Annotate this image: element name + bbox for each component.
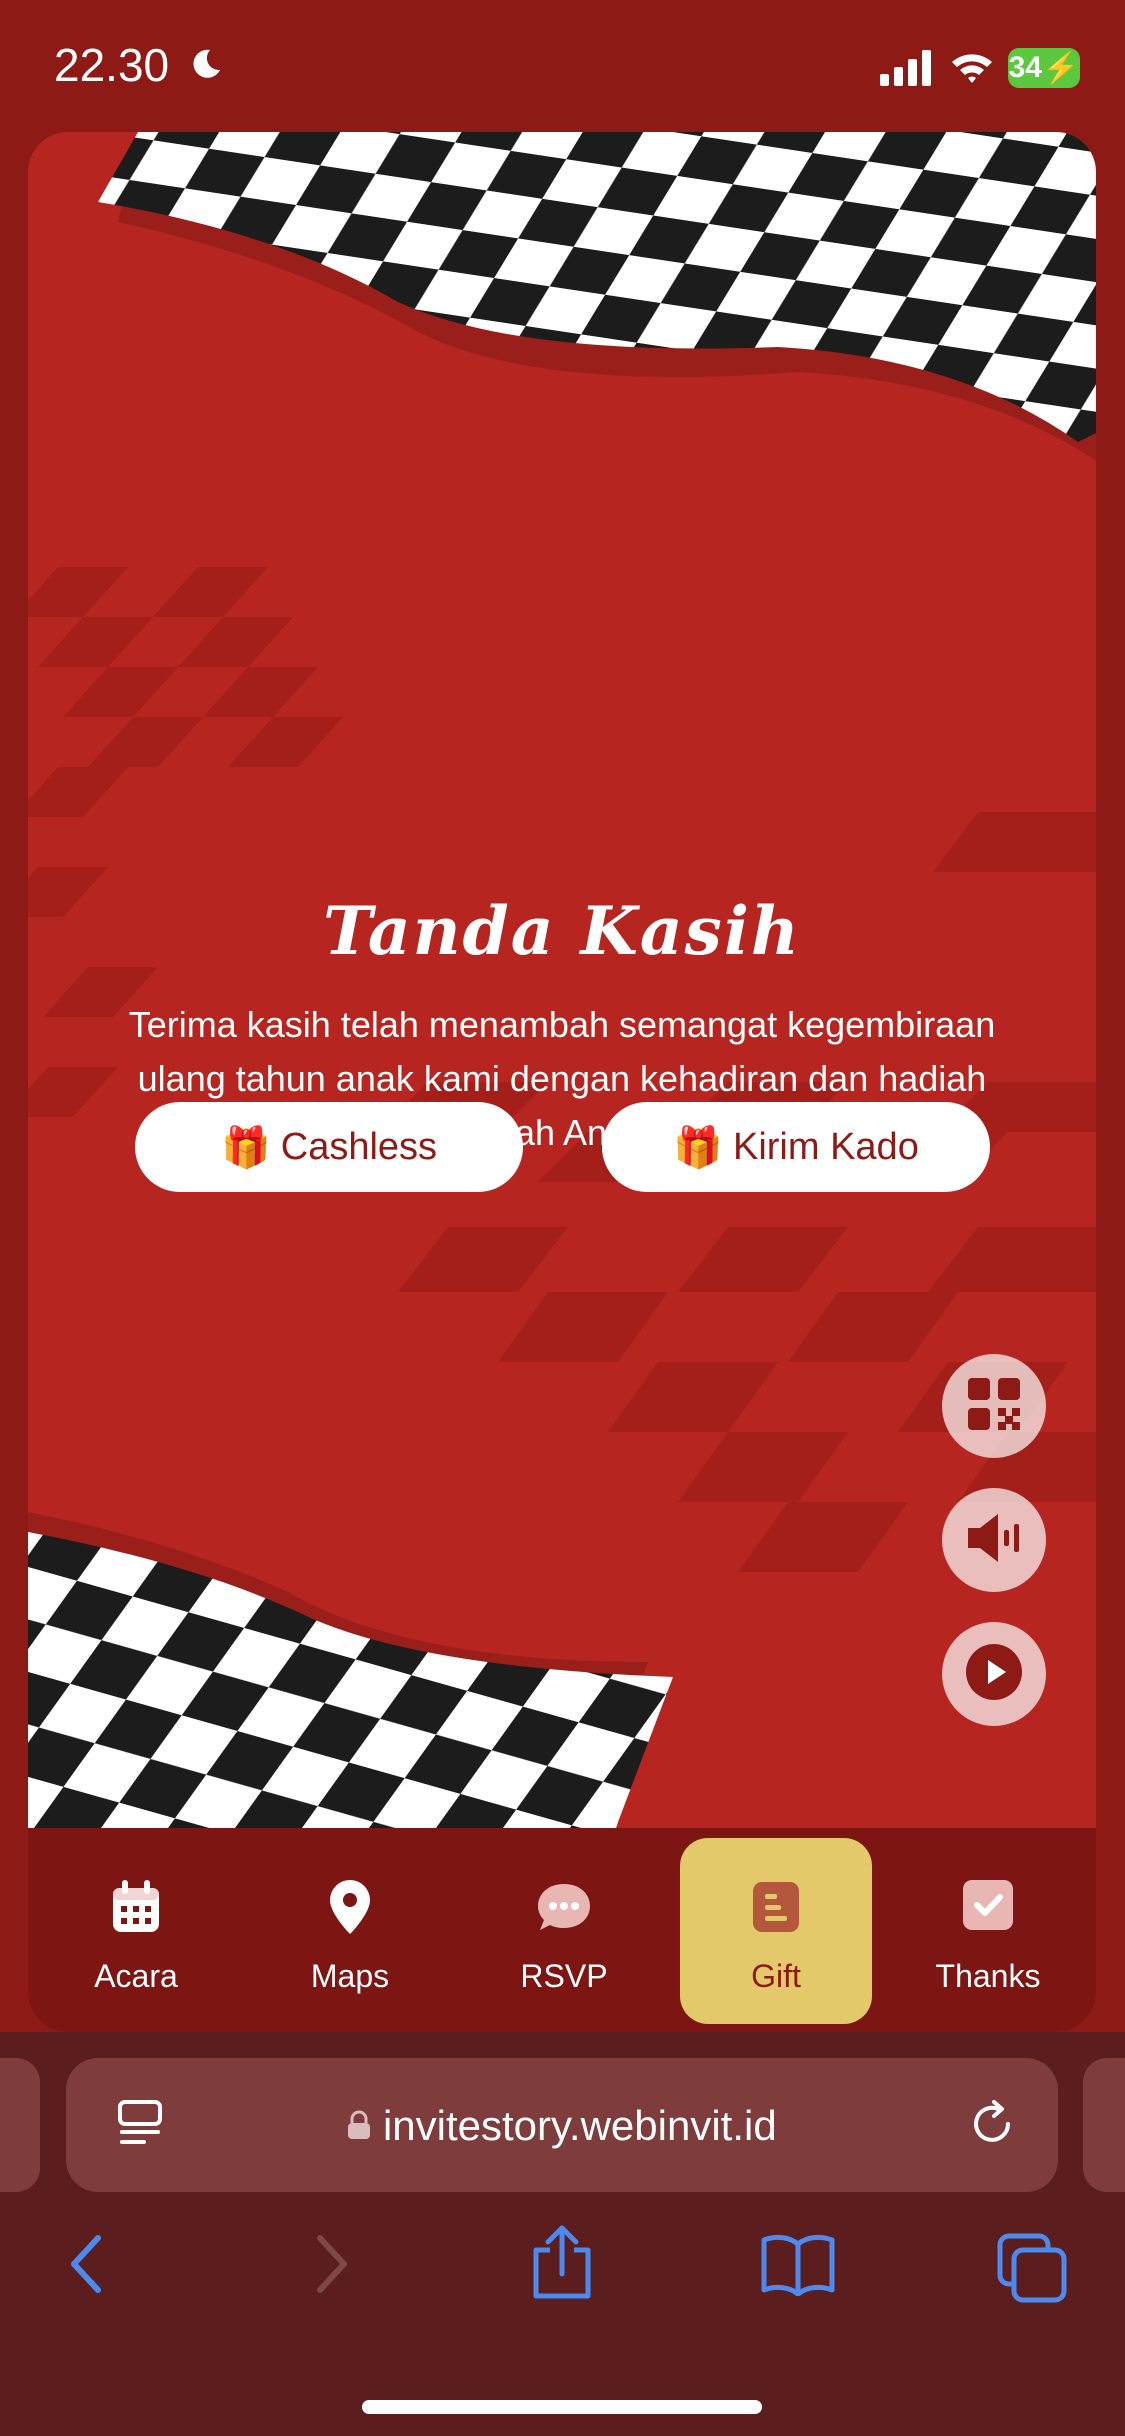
music-toggle-button[interactable]	[942, 1488, 1046, 1592]
play-circle-icon	[964, 1642, 1024, 1706]
chat-bubble-icon	[536, 1880, 592, 1940]
qr-code-button[interactable]	[942, 1354, 1046, 1458]
address-bar[interactable]: invitestory.webinvit.id	[66, 2058, 1058, 2192]
nav-label-thanks: Thanks	[935, 1958, 1041, 1994]
kirim-kado-button[interactable]: 🎁 Kirim Kado	[602, 1102, 990, 1192]
top-checkered-flag-image	[98, 132, 1096, 461]
nav-item-thanks[interactable]: Thanks	[892, 1838, 1084, 2024]
nav-item-acara[interactable]: Acara	[40, 1838, 232, 2024]
speaker-icon	[964, 1510, 1024, 1570]
battery-level: 34	[1008, 51, 1042, 84]
moon-icon	[188, 46, 224, 86]
share-icon[interactable]	[528, 2224, 596, 2304]
url-display: invitestory.webinvit.id	[66, 2102, 1058, 2150]
check-square-icon	[963, 1880, 1013, 1940]
gift-icon: 🎁	[220, 1125, 271, 1170]
gift-icon: 🎁	[673, 1125, 723, 1170]
reload-icon[interactable]	[964, 2096, 1020, 2156]
nav-item-maps[interactable]: Maps	[254, 1838, 446, 2024]
kirim-kado-label: Kirim Kado	[732, 1125, 919, 1168]
battery-icon: 34 ⚡	[1008, 48, 1080, 88]
wifi-icon	[950, 50, 994, 90]
back-arrow-icon[interactable]	[64, 2232, 112, 2300]
url-text: invitestory.webinvit.id	[382, 2102, 777, 2149]
forward-arrow-icon[interactable]	[306, 2232, 354, 2300]
home-indicator	[362, 2400, 762, 2414]
lock-icon	[347, 2102, 383, 2149]
nav-label-rsvp: RSVP	[520, 1958, 608, 1994]
calendar-icon	[111, 1880, 161, 1940]
cashless-label: Cashless	[280, 1125, 438, 1168]
nav-item-rsvp[interactable]: RSVP	[468, 1838, 660, 2024]
gift-document-icon	[753, 1880, 799, 1940]
gift-section-card: Tanda Kasih Terima kasih telah menambah …	[28, 132, 1096, 2032]
browser-toolbar: invitestory.webinvit.id	[0, 2032, 1125, 2436]
map-pin-icon	[330, 1880, 370, 1940]
status-bar: 22.30 34 ⚡	[0, 0, 1125, 130]
nav-item-gift[interactable]: Gift	[680, 1838, 872, 2024]
next-tab-preview[interactable]	[1083, 2058, 1125, 2192]
cashless-button[interactable]: 🎁 Cashless	[135, 1102, 523, 1192]
bottom-navigation: Acara Maps RSVP Gift Thanks	[28, 1828, 1096, 2032]
bookmarks-icon[interactable]	[760, 2232, 836, 2300]
autoplay-button[interactable]	[942, 1622, 1046, 1726]
previous-tab-preview[interactable]	[0, 2058, 40, 2192]
nav-label-acara: Acara	[94, 1958, 178, 1994]
section-title: Tanda Kasih	[323, 892, 801, 970]
qr-code-icon	[966, 1376, 1022, 1436]
tabs-overview-icon[interactable]	[996, 2232, 1068, 2308]
status-time: 22.30	[54, 39, 170, 91]
nav-label-gift: Gift	[751, 1958, 801, 1994]
cellular-signal-icon	[880, 50, 936, 90]
nav-label-maps: Maps	[310, 1958, 390, 1994]
